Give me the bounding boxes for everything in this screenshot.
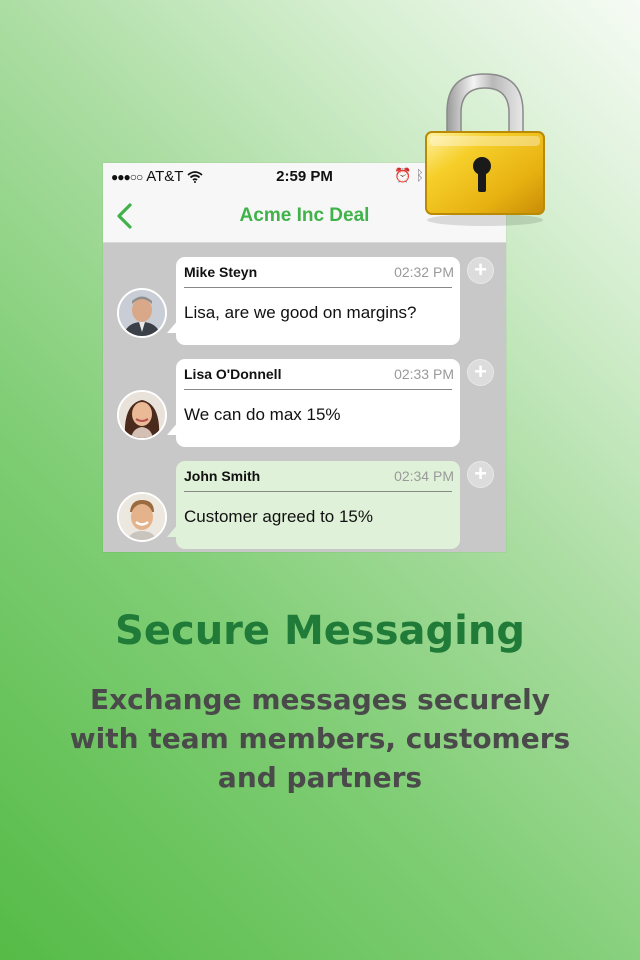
message-time: 02:32 PM: [394, 264, 454, 280]
message-item: John Smith 02:34 PM Customer agreed to 1…: [103, 461, 506, 552]
message-bubble[interactable]: Lisa O'Donnell 02:33 PM We can do max 15…: [176, 359, 460, 447]
message-item: Mike Steyn 02:32 PM Lisa, are we good on…: [103, 257, 506, 349]
alarm-icon: ⏰: [394, 167, 412, 183]
add-button[interactable]: +: [467, 359, 494, 386]
divider: [184, 389, 452, 390]
message-text: We can do max 15%: [184, 405, 341, 424]
avatar: [117, 288, 167, 338]
promo-line: and partners: [217, 761, 423, 794]
divider: [184, 287, 452, 288]
sender-name: Mike Steyn: [184, 264, 258, 280]
promo-line: with team members, customers: [69, 722, 571, 755]
message-bubble[interactable]: Mike Steyn 02:32 PM Lisa, are we good on…: [176, 257, 460, 345]
promo-headline: Secure Messaging: [115, 608, 525, 654]
add-button[interactable]: +: [467, 461, 494, 488]
add-button[interactable]: +: [467, 257, 494, 284]
message-bubble[interactable]: John Smith 02:34 PM Customer agreed to 1…: [176, 461, 460, 549]
sender-name: John Smith: [184, 468, 261, 484]
avatar: [117, 390, 167, 440]
message-text: Lisa, are we good on margins?: [184, 303, 417, 322]
message-time: 02:34 PM: [394, 468, 454, 484]
message-text: Customer agreed to 15%: [184, 507, 373, 526]
message-item: Lisa O'Donnell 02:33 PM We can do max 15…: [103, 359, 506, 451]
plus-icon: +: [474, 359, 487, 384]
plus-icon: +: [474, 257, 487, 282]
message-time: 02:33 PM: [394, 366, 454, 382]
promo-line: Exchange messages securely: [89, 683, 550, 716]
sender-name: Lisa O'Donnell: [184, 366, 282, 382]
plus-icon: +: [474, 461, 487, 486]
avatar: [117, 492, 167, 542]
promo-description: Exchange messages securely with team mem…: [60, 680, 580, 797]
padlock-icon: [425, 73, 545, 226]
divider: [184, 491, 452, 492]
